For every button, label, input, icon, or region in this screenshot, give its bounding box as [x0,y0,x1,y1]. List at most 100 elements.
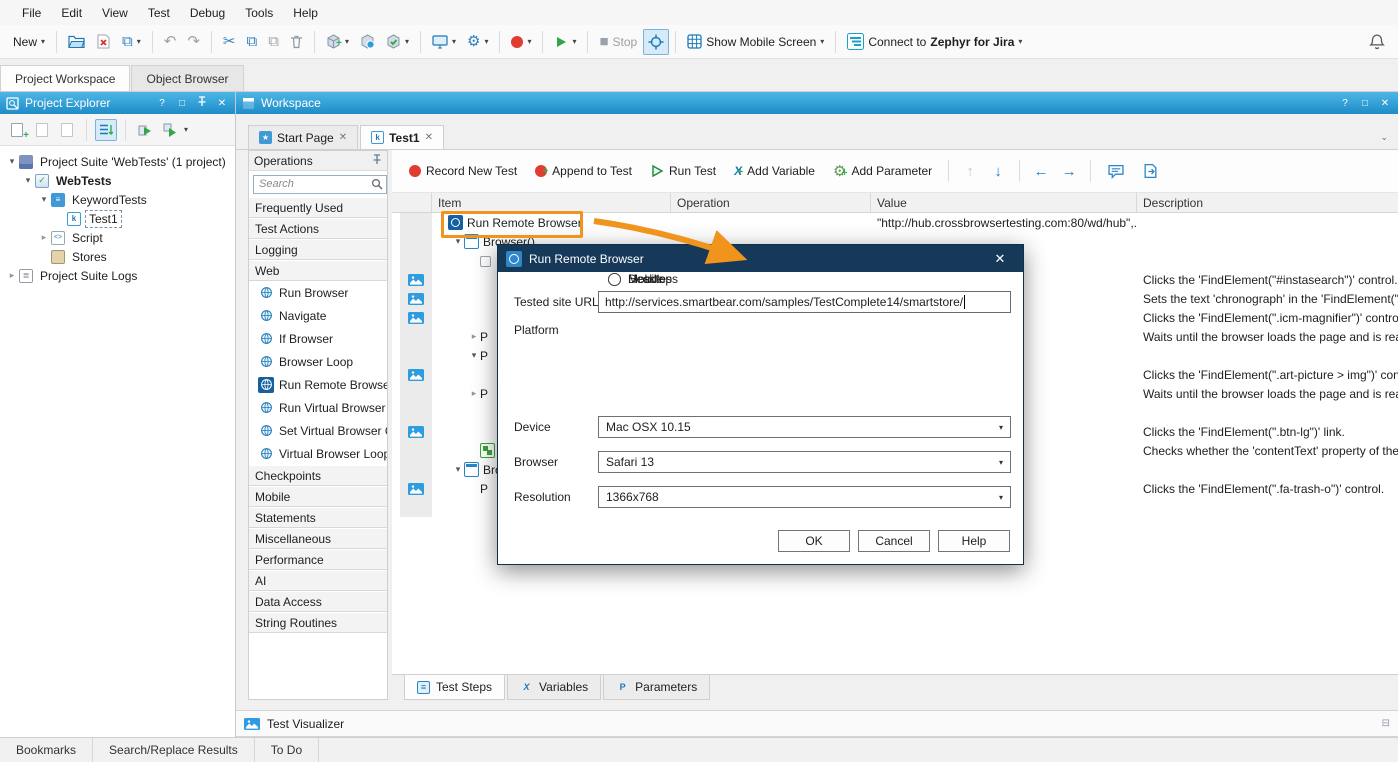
close-panel-icon[interactable]: ✕ [1378,98,1392,109]
tools-options-button[interactable]: ⚙▾ [462,29,493,55]
run-project-suite-button[interactable] [159,119,181,141]
pin-panel-icon[interactable] [372,154,382,168]
operation-entry[interactable]: AI [249,570,387,591]
visualizer-thumb-icon[interactable] [408,483,424,495]
operation-entry[interactable]: Checkpoints [249,465,387,486]
undo-button[interactable]: ↶ [159,29,182,55]
visualizer-thumb-icon[interactable] [408,293,424,305]
status-tab[interactable]: Search/Replace Results [93,738,255,762]
web-object-button[interactable] [355,29,380,55]
column-header-value[interactable]: Value [871,193,1137,212]
test-visualizer-bar[interactable]: Test Visualizer ⊟ [236,710,1398,737]
menu-item[interactable]: Edit [51,3,92,23]
operation-entry[interactable]: Set Virtual Browser O... [249,419,387,442]
dropdown-caret-icon[interactable]: ▾ [184,125,188,134]
export-steps-button[interactable] [1136,157,1165,185]
editor-bottom-tab[interactable]: Variables [507,675,601,700]
visualizer-thumb-icon[interactable] [408,369,424,381]
tree-twisty-icon[interactable] [38,194,50,205]
order-items-button[interactable] [95,119,117,141]
operation-entry[interactable]: Test Actions [249,218,387,239]
help-panel-icon[interactable]: ? [155,98,169,109]
run-test-button[interactable]: Run Test [643,157,723,185]
display-settings-button[interactable]: ▾ [427,29,461,55]
radio-icon[interactable] [608,273,621,286]
close-tab-icon[interactable]: ✕ [339,132,347,143]
dialog-close-icon[interactable]: ✕ [985,251,1015,267]
add-item-button[interactable] [31,119,53,141]
new-button[interactable]: New▾ [8,29,50,55]
close-tab-icon[interactable]: ✕ [425,132,433,143]
run-project-button[interactable] [134,119,156,141]
document-tab[interactable]: Project Workspace [0,65,130,91]
visualizer-thumb-icon[interactable] [408,312,424,324]
editor-tab[interactable]: Start Page ✕ [248,125,358,149]
row-twisty-icon[interactable] [468,350,480,361]
record-button[interactable]: ▾ [506,29,536,55]
add-variable-button[interactable]: X+Add Variable [727,157,822,185]
menu-item[interactable]: Debug [180,3,235,23]
move-down-button[interactable]: ↓ [986,163,1010,180]
tree-twisty-icon[interactable] [6,156,18,167]
visualizer-thumb-icon[interactable] [408,274,424,286]
add-project-item-button[interactable]: +▾ [321,29,354,55]
menu-item[interactable]: Help [283,3,328,23]
tree-item[interactable]: KeywordTests [0,190,235,209]
redo-button[interactable]: ↷ [182,29,205,55]
row-twisty-icon[interactable] [468,388,480,399]
help-button[interactable]: Help [938,530,1010,552]
notifications-button[interactable] [1364,29,1390,55]
menu-item[interactable]: View [92,3,138,23]
operation-entry[interactable]: Statements [249,507,387,528]
visualizer-resize-grip[interactable]: ⊟ [1382,718,1390,729]
document-tab[interactable]: Object Browser [131,65,243,91]
visualizer-thumb-icon[interactable] [408,426,424,438]
menu-item[interactable]: Test [138,3,180,23]
resolution-select[interactable]: 1366x768▾ [598,486,1011,508]
add-item-button[interactable]: ⧉▾ [117,29,146,55]
table-row[interactable]: Run Remote Browser "http://hub.crossbrow… [392,213,1398,232]
browser-select[interactable]: Safari 13▾ [598,451,1011,473]
operation-entry[interactable]: Frequently Used [249,197,387,218]
record-new-test-button[interactable]: Record New Test [402,157,524,185]
maximize-panel-icon[interactable]: □ [1358,98,1372,109]
tree-item[interactable]: Script [0,228,235,247]
open-file-button[interactable] [63,29,90,55]
operation-entry[interactable]: Logging [249,239,387,260]
column-header-operation[interactable]: Operation [671,193,871,212]
tree-item[interactable]: Project Suite Logs [0,266,235,285]
tree-item[interactable]: Stores [0,247,235,266]
menu-item[interactable]: File [12,3,51,23]
operation-entry[interactable]: Miscellaneous [249,528,387,549]
search-input[interactable] [253,175,387,194]
column-header-item[interactable]: Item [432,193,671,212]
operation-entry[interactable]: String Routines [249,612,387,633]
editor-bottom-tab[interactable]: Test Steps [404,675,505,700]
row-twisty-icon[interactable] [452,464,464,475]
tree-item[interactable]: Project Suite 'WebTests' (1 project) [0,152,235,171]
maximize-panel-icon[interactable]: □ [175,98,189,109]
tab-list-chevron-icon[interactable]: ⌄ [1380,132,1388,143]
tree-twisty-icon[interactable] [6,270,18,281]
operation-entry[interactable]: Mobile [249,486,387,507]
tested-site-url-input[interactable]: http://services.smartbear.com/samples/Te… [598,291,1011,313]
checkpoint-button[interactable]: ▾ [381,29,414,55]
operation-entry[interactable]: Run Virtual Browser [249,396,387,419]
move-up-button[interactable]: ↑ [958,163,982,180]
cut-button[interactable]: ✂ [218,29,241,55]
ok-button[interactable]: OK [778,530,850,552]
device-select[interactable]: Mac OSX 10.15▾ [598,416,1011,438]
operation-entry[interactable]: Data Access [249,591,387,612]
dialog-title-bar[interactable]: Run Remote Browser ✕ [498,245,1023,272]
show-mobile-screen-button[interactable]: Show Mobile Screen▾ [682,29,829,55]
tree-twisty-icon[interactable] [38,232,50,243]
operation-entry[interactable]: Performance [249,549,387,570]
operation-entry[interactable]: If Browser [249,327,387,350]
save-item-button[interactable] [56,119,78,141]
copy-button[interactable]: ⧉ [242,29,263,55]
stop-button[interactable]: ■Stop [594,29,642,55]
platform-radio-option[interactable]: Headless [608,272,678,286]
delete-button[interactable] [285,29,308,55]
pin-panel-icon[interactable] [195,96,209,110]
help-panel-icon[interactable]: ? [1338,98,1352,109]
